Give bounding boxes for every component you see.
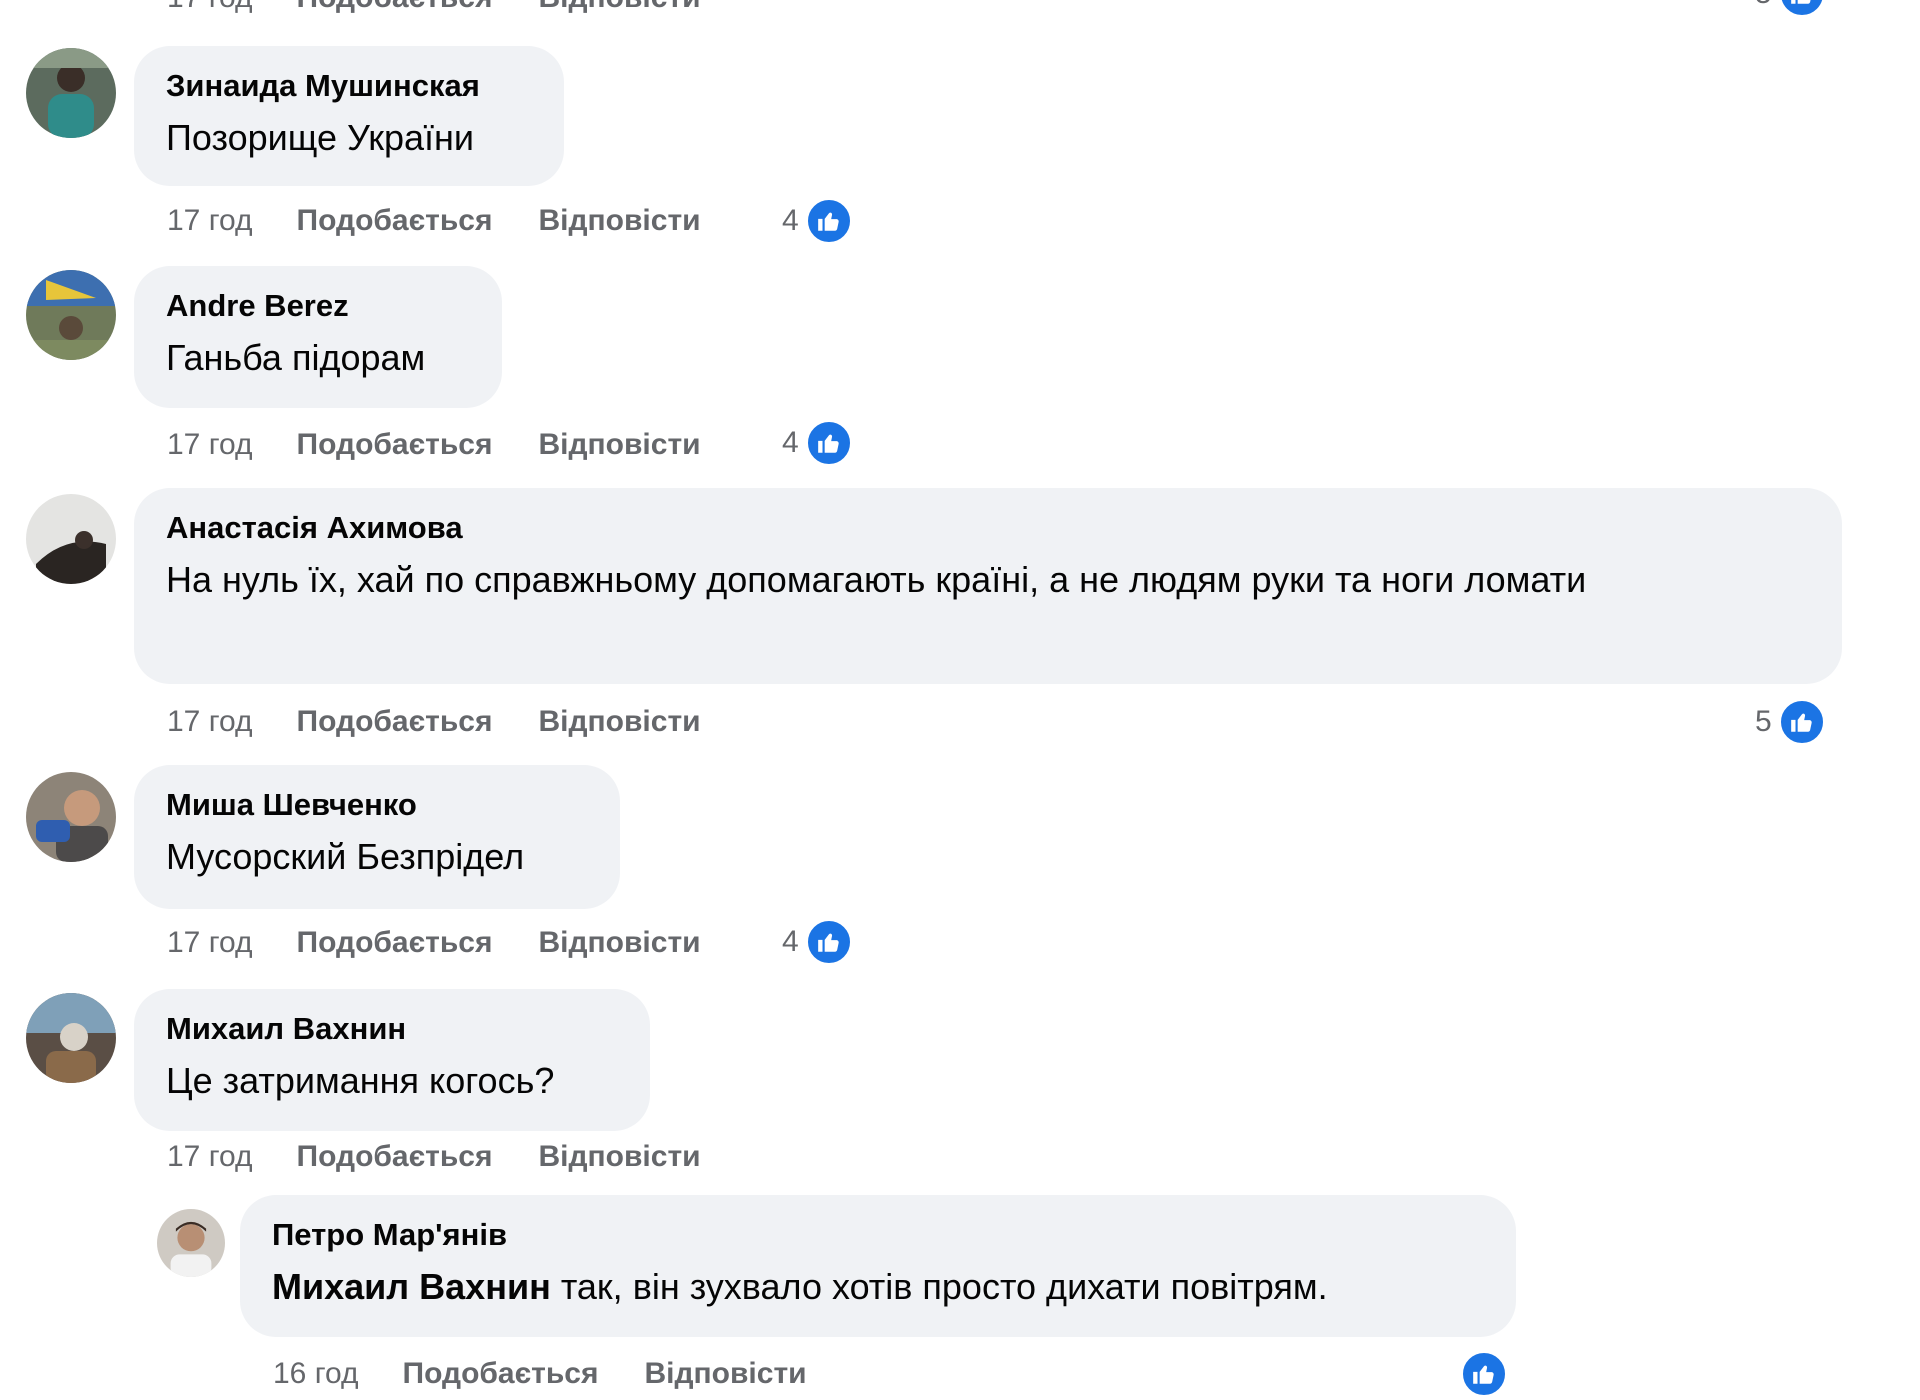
avatar[interactable] [26,270,116,360]
comment-meta: 17 год Подобається Відповісти [167,201,701,241]
like-reaction-icon [1777,698,1826,746]
like-reaction-icon [804,419,853,467]
reaction-count: 4 [782,204,799,237]
like-link[interactable]: Подобається [297,204,493,238]
comment-bubble: Зинаида Мушинская Позорище України [134,46,564,186]
comment-bubble: Михаил Вахнин Це затримання когось? [134,989,650,1131]
comment-author[interactable]: Миша Шевченко [166,787,590,823]
comment-text: Михаил Вахнин так, він зухвало хотів про… [272,1259,1486,1315]
comment-meta-partial: 17 год Подобається Відповісти [167,0,701,18]
reaction-count: 5 [1755,705,1772,738]
comment-author[interactable]: Анастасія Ахимова [166,510,1812,546]
avatar[interactable] [26,48,116,138]
like-link[interactable]: Подобається [297,705,493,739]
reaction-count: 5 [1755,0,1772,11]
like-link[interactable]: Подобається [297,0,493,15]
reaction-summary[interactable]: 5 [1755,696,1826,748]
reaction-count: 4 [782,426,799,459]
comment-author[interactable]: Петро Мар'янів [272,1217,1486,1253]
reply-avatar[interactable] [157,1209,225,1277]
comment-time: 17 год [167,0,253,15]
comment-time[interactable]: 17 год [167,926,253,960]
reply-link[interactable]: Відповісти [539,0,701,15]
like-reaction-icon [1777,0,1826,18]
avatar[interactable] [26,494,116,584]
avatar[interactable] [26,993,116,1083]
comment-author[interactable]: Михаил Вахнин [166,1011,620,1047]
comment-meta: 17 год Подобається Відповісти [167,1137,701,1177]
comment-bubble: Andre Berez Ганьба підорам [134,266,502,408]
reply-link[interactable]: Відповісти [539,1140,701,1174]
comment-author[interactable]: Andre Berez [166,288,472,324]
comment-time[interactable]: 16 год [273,1357,359,1391]
comment-time[interactable]: 17 год [167,428,253,462]
comment-bubble: Миша Шевченко Мусорский Безпрідел [134,765,620,909]
comment-time[interactable]: 17 год [167,1140,253,1174]
comment-author[interactable]: Зинаида Мушинская [166,68,534,104]
like-link[interactable]: Подобається [297,1140,493,1174]
like-reaction-icon [804,918,853,966]
comment-text: Мусорский Безпрідел [166,836,525,877]
reaction-summary[interactable] [1460,1348,1508,1400]
reply-bubble: Петро Мар'янів Михаил Вахнин так, він зу… [240,1195,1516,1337]
like-link[interactable]: Подобається [297,428,493,462]
reaction-count: 4 [782,925,799,958]
reply-meta: 16 год Подобається Відповісти [273,1354,807,1394]
reaction-summary[interactable]: 4 [782,417,853,469]
comment-text: Ганьба підорам [166,337,426,378]
like-link[interactable]: Подобається [297,926,493,960]
comment-time[interactable]: 17 год [167,204,253,238]
like-link[interactable]: Подобається [403,1357,599,1391]
avatar[interactable] [26,772,116,862]
reply-link[interactable]: Відповісти [645,1357,807,1391]
reaction-summary[interactable]: 4 [782,916,853,968]
comment-meta: 17 год Подобається Відповісти [167,702,701,742]
comment-meta: 17 год Подобається Відповісти [167,425,701,465]
mention-link[interactable]: Михаил Вахнин [272,1266,551,1307]
comment-text: Позорище України [166,117,475,158]
comment-text: На нуль їх, хай по справжньому допомагаю… [166,559,1587,600]
comment-text: Це затримання когось? [166,1060,555,1101]
comment-time[interactable]: 17 год [167,705,253,739]
reply-link[interactable]: Відповісти [539,204,701,238]
like-reaction-icon [1460,1350,1508,1398]
like-reaction-icon [804,197,853,245]
reply-link[interactable]: Відповісти [539,428,701,462]
reaction-summary[interactable]: 5 [1755,0,1826,20]
reply-link[interactable]: Відповісти [539,705,701,739]
reply-text: так, він зухвало хотів просто дихати пов… [550,1266,1328,1307]
comment-bubble: Анастасія Ахимова На нуль їх, хай по спр… [134,488,1842,684]
reaction-summary[interactable]: 4 [782,195,853,247]
reply-link[interactable]: Відповісти [539,926,701,960]
comment-meta: 17 год Подобається Відповісти [167,923,701,963]
